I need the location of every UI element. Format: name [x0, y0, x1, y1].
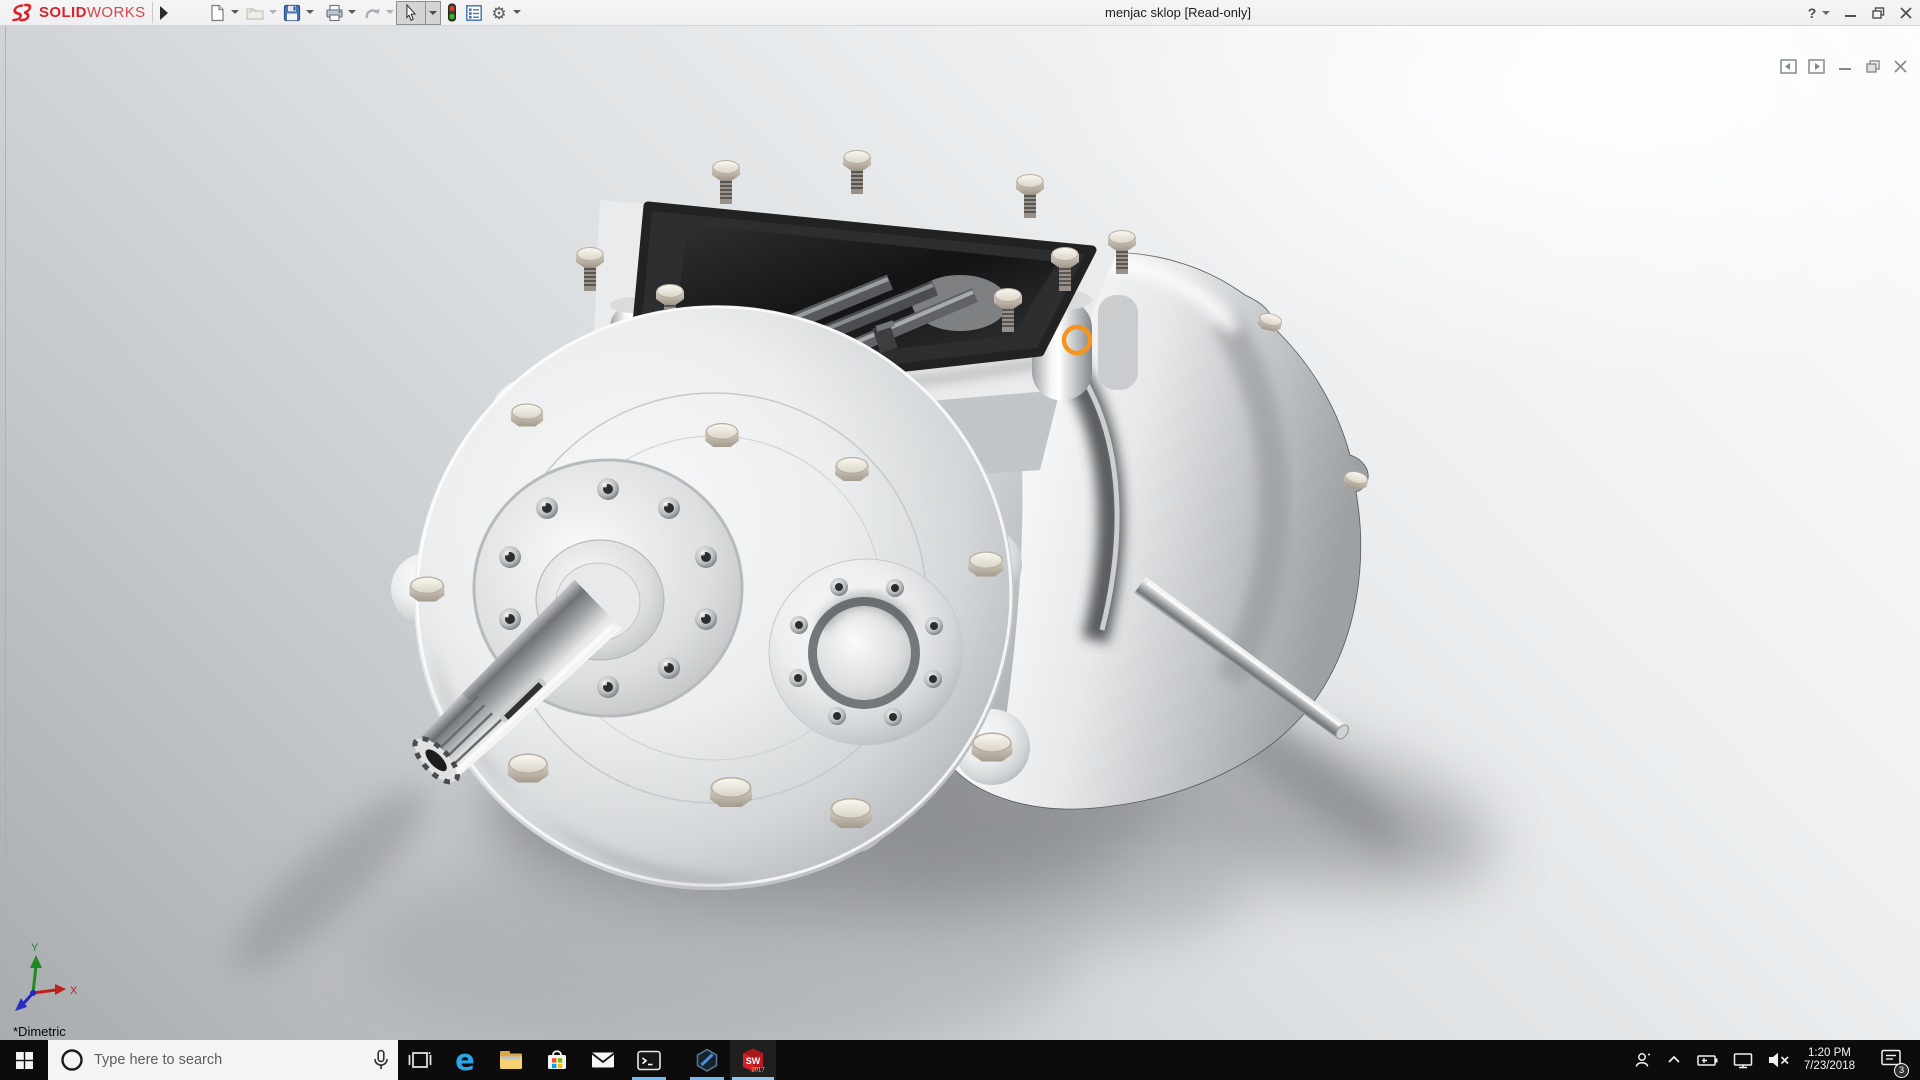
properties-button[interactable]	[463, 2, 485, 24]
taskbar-edge[interactable]: e	[442, 1040, 488, 1080]
undo-dropdown[interactable]	[386, 10, 394, 14]
hidden-icons-button[interactable]	[1666, 1054, 1682, 1066]
hexagon-app-icon	[696, 1048, 718, 1072]
file-explorer-icon	[500, 1051, 522, 1069]
battery-charging-icon	[1697, 1055, 1718, 1066]
options-dropdown[interactable]	[513, 10, 521, 14]
notification-badge: 3	[1894, 1062, 1909, 1078]
select-tool-button[interactable]	[396, 1, 426, 25]
running-indicator-active	[732, 1076, 774, 1080]
help-dropdown[interactable]	[1822, 11, 1830, 15]
taskbar-mail[interactable]	[580, 1040, 626, 1080]
view-orientation-label: *Dimetric	[13, 1024, 66, 1039]
taskbar-store[interactable]	[534, 1040, 580, 1080]
traffic-light-icon	[448, 3, 456, 22]
doc-restore-button[interactable]	[1863, 57, 1882, 75]
side-cover	[768, 558, 964, 746]
network-button[interactable]	[1732, 1052, 1754, 1069]
taskbar-command-prompt[interactable]	[626, 1040, 672, 1080]
task-view-icon	[408, 1052, 432, 1068]
open-icon	[245, 7, 264, 20]
minimize-button[interactable]	[1836, 0, 1864, 26]
select-cursor-icon	[406, 4, 417, 21]
system-tray: 1:20 PM 7/23/2018 3	[1633, 1040, 1920, 1080]
solidworks-logo: SOLID WORKS	[6, 0, 146, 25]
pane-right-button[interactable]	[1807, 57, 1826, 75]
new-document-dropdown[interactable]	[231, 10, 239, 14]
chevron-up-icon	[1668, 1055, 1680, 1063]
search-input[interactable]	[94, 1052, 334, 1068]
windows-taskbar: e	[0, 1040, 1920, 1080]
clock-date: 7/23/2018	[1803, 1060, 1855, 1072]
save-button[interactable]	[281, 2, 303, 24]
toolbar-separator	[152, 2, 153, 23]
gearbox-3d-model[interactable]: Y X	[0, 26, 1920, 1040]
command-prompt-icon	[637, 1050, 661, 1070]
restore-icon	[1871, 7, 1884, 19]
restore-button[interactable]	[1864, 0, 1892, 26]
speaker-mute-icon	[1768, 1052, 1789, 1068]
properties-list-icon	[466, 5, 482, 21]
taskbar-solidworks[interactable]: SW 2017	[730, 1040, 776, 1080]
sw-badge-text: SW	[746, 1056, 761, 1066]
mail-icon	[591, 1052, 615, 1068]
solidworks-app-icon: SW 2017	[743, 1048, 765, 1074]
clock-time: 1:20 PM	[1808, 1046, 1851, 1059]
document-window-controls	[1779, 57, 1910, 75]
close-button[interactable]	[1892, 0, 1920, 26]
triad-y-label: Y	[31, 942, 39, 954]
windows-logo-icon	[15, 1051, 33, 1069]
microphone-icon[interactable]	[372, 1049, 390, 1071]
new-document-icon	[211, 4, 224, 22]
select-tool-dropdown[interactable]	[426, 1, 441, 25]
network-icon	[1733, 1052, 1753, 1068]
print-icon	[325, 4, 343, 22]
cortana-icon	[61, 1049, 83, 1071]
start-button[interactable]	[0, 1040, 48, 1080]
brand-text-solid: SOLID	[39, 4, 87, 21]
help-button[interactable]: ?	[1802, 0, 1822, 26]
orientation-triad: Y X	[15, 942, 78, 1011]
gear-icon: ⚙	[491, 3, 507, 23]
toolbar-flyout-arrow[interactable]	[160, 6, 168, 20]
open-button[interactable]	[244, 2, 266, 24]
document-title: menjac sklop [Read-only]	[1105, 5, 1251, 20]
new-document-button[interactable]	[206, 2, 228, 24]
rebuild-button[interactable]	[441, 2, 463, 24]
brand-text-works: WORKS	[86, 4, 146, 21]
undo-button[interactable]	[361, 2, 383, 24]
close-icon	[1900, 7, 1912, 19]
open-dropdown[interactable]	[269, 10, 277, 14]
solidworks-ds-glyph	[12, 3, 32, 21]
taskbar-clock[interactable]: 1:20 PM 7/23/2018	[1804, 1047, 1855, 1074]
doc-close-button[interactable]	[1891, 57, 1910, 75]
taskbar-file-explorer[interactable]	[488, 1040, 534, 1080]
task-view-button[interactable]	[398, 1040, 442, 1080]
graphics-viewport[interactable]: Y X *Dimetric	[0, 26, 1920, 1040]
print-button[interactable]	[323, 2, 345, 24]
minimize-icon	[1844, 15, 1856, 17]
people-button[interactable]	[1633, 1050, 1653, 1070]
doc-minimize-button[interactable]	[1835, 57, 1854, 75]
taskbar-hexagon-app[interactable]	[684, 1040, 730, 1080]
action-center-button[interactable]: 3	[1880, 1048, 1909, 1078]
print-dropdown[interactable]	[348, 10, 356, 14]
select-caret-glyph	[429, 11, 437, 15]
options-button[interactable]: ⚙	[488, 2, 510, 24]
sw-badge-year: 2017	[751, 1068, 765, 1074]
titlebar: SOLID WORKS ⚙ menjac sklop [Read-only] ?	[0, 0, 1920, 26]
pane-left-button[interactable]	[1779, 57, 1798, 75]
undo-icon	[365, 8, 379, 19]
store-icon	[548, 1050, 566, 1069]
triad-x-label: X	[70, 985, 78, 997]
battery-button[interactable]	[1695, 1052, 1719, 1068]
save-dropdown[interactable]	[306, 10, 314, 14]
people-icon	[1635, 1053, 1650, 1067]
taskbar-search[interactable]	[48, 1040, 398, 1080]
volume-button[interactable]	[1767, 1052, 1791, 1068]
edge-icon: e	[455, 1043, 475, 1077]
save-icon	[283, 4, 301, 22]
